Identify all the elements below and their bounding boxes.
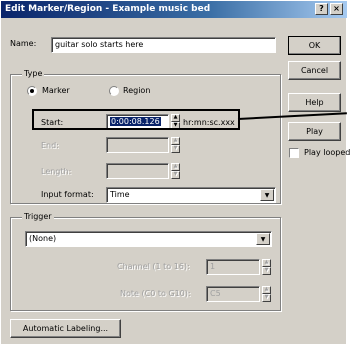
marker-radio-label: Marker bbox=[42, 86, 70, 95]
highlight-box bbox=[32, 109, 240, 130]
spin-down-icon: ▼ bbox=[171, 171, 180, 179]
chevron-down-icon[interactable]: ▼ bbox=[256, 233, 270, 245]
window-title: Edit Marker/Region - Example music bed bbox=[5, 4, 211, 14]
help-button[interactable]: Help bbox=[288, 93, 341, 112]
name-input[interactable]: guitar solo starts here bbox=[51, 37, 276, 53]
length-label: Length: bbox=[41, 167, 72, 176]
spin-down-icon: ▼ bbox=[262, 267, 271, 275]
spin-up-icon: ▲ bbox=[171, 163, 180, 171]
play-button[interactable]: Play bbox=[288, 122, 341, 141]
length-spinner: ▲ ▼ bbox=[171, 163, 180, 179]
spin-down-icon: ▼ bbox=[171, 145, 180, 153]
end-input bbox=[106, 137, 169, 153]
input-format-value: Time bbox=[110, 190, 130, 199]
spin-up-icon: ▲ bbox=[171, 137, 180, 145]
play-looped-label: Play looped bbox=[304, 148, 351, 157]
note-input: C5 bbox=[206, 286, 260, 302]
end-label: End: bbox=[41, 141, 59, 150]
cancel-button[interactable]: Cancel bbox=[288, 61, 341, 80]
length-input bbox=[106, 163, 169, 179]
spin-down-icon: ▼ bbox=[262, 294, 271, 302]
trigger-group-label: Trigger bbox=[22, 211, 54, 223]
radio-selected-dot bbox=[30, 89, 34, 93]
channel-spinner: ▲ ▼ bbox=[262, 259, 271, 275]
spin-up-icon: ▲ bbox=[262, 259, 271, 267]
name-label: Name: bbox=[10, 39, 37, 48]
automatic-labeling-button[interactable]: Automatic Labeling... bbox=[10, 319, 121, 338]
marker-radio[interactable] bbox=[27, 86, 37, 96]
trigger-value: (None) bbox=[29, 234, 57, 243]
play-looped-checkbox[interactable] bbox=[289, 148, 299, 158]
channel-input: 1 bbox=[206, 259, 260, 275]
note-label: Note (C0 to G10): bbox=[120, 289, 191, 298]
spin-up-icon: ▲ bbox=[262, 286, 271, 294]
ok-button[interactable]: OK bbox=[288, 36, 341, 55]
channel-label: Channel (1 to 16): bbox=[117, 262, 190, 271]
edit-marker-dialog: Edit Marker/Region - Example music bed ?… bbox=[0, 0, 350, 344]
region-radio[interactable] bbox=[109, 86, 119, 96]
note-spinner: ▲ ▼ bbox=[262, 286, 271, 302]
type-group-label: Type bbox=[22, 68, 45, 80]
end-spinner: ▲ ▼ bbox=[171, 137, 180, 153]
input-format-dropdown[interactable]: Time ▼ bbox=[106, 187, 276, 203]
input-format-label: Input format: bbox=[41, 190, 94, 199]
region-radio-label: Region bbox=[123, 86, 151, 95]
help-title-button[interactable]: ? bbox=[315, 3, 328, 15]
trigger-dropdown[interactable]: (None) ▼ bbox=[25, 231, 272, 247]
title-bar[interactable]: Edit Marker/Region - Example music bed ?… bbox=[1, 1, 347, 18]
close-title-button[interactable]: × bbox=[330, 3, 343, 15]
chevron-down-icon[interactable]: ▼ bbox=[260, 189, 274, 201]
